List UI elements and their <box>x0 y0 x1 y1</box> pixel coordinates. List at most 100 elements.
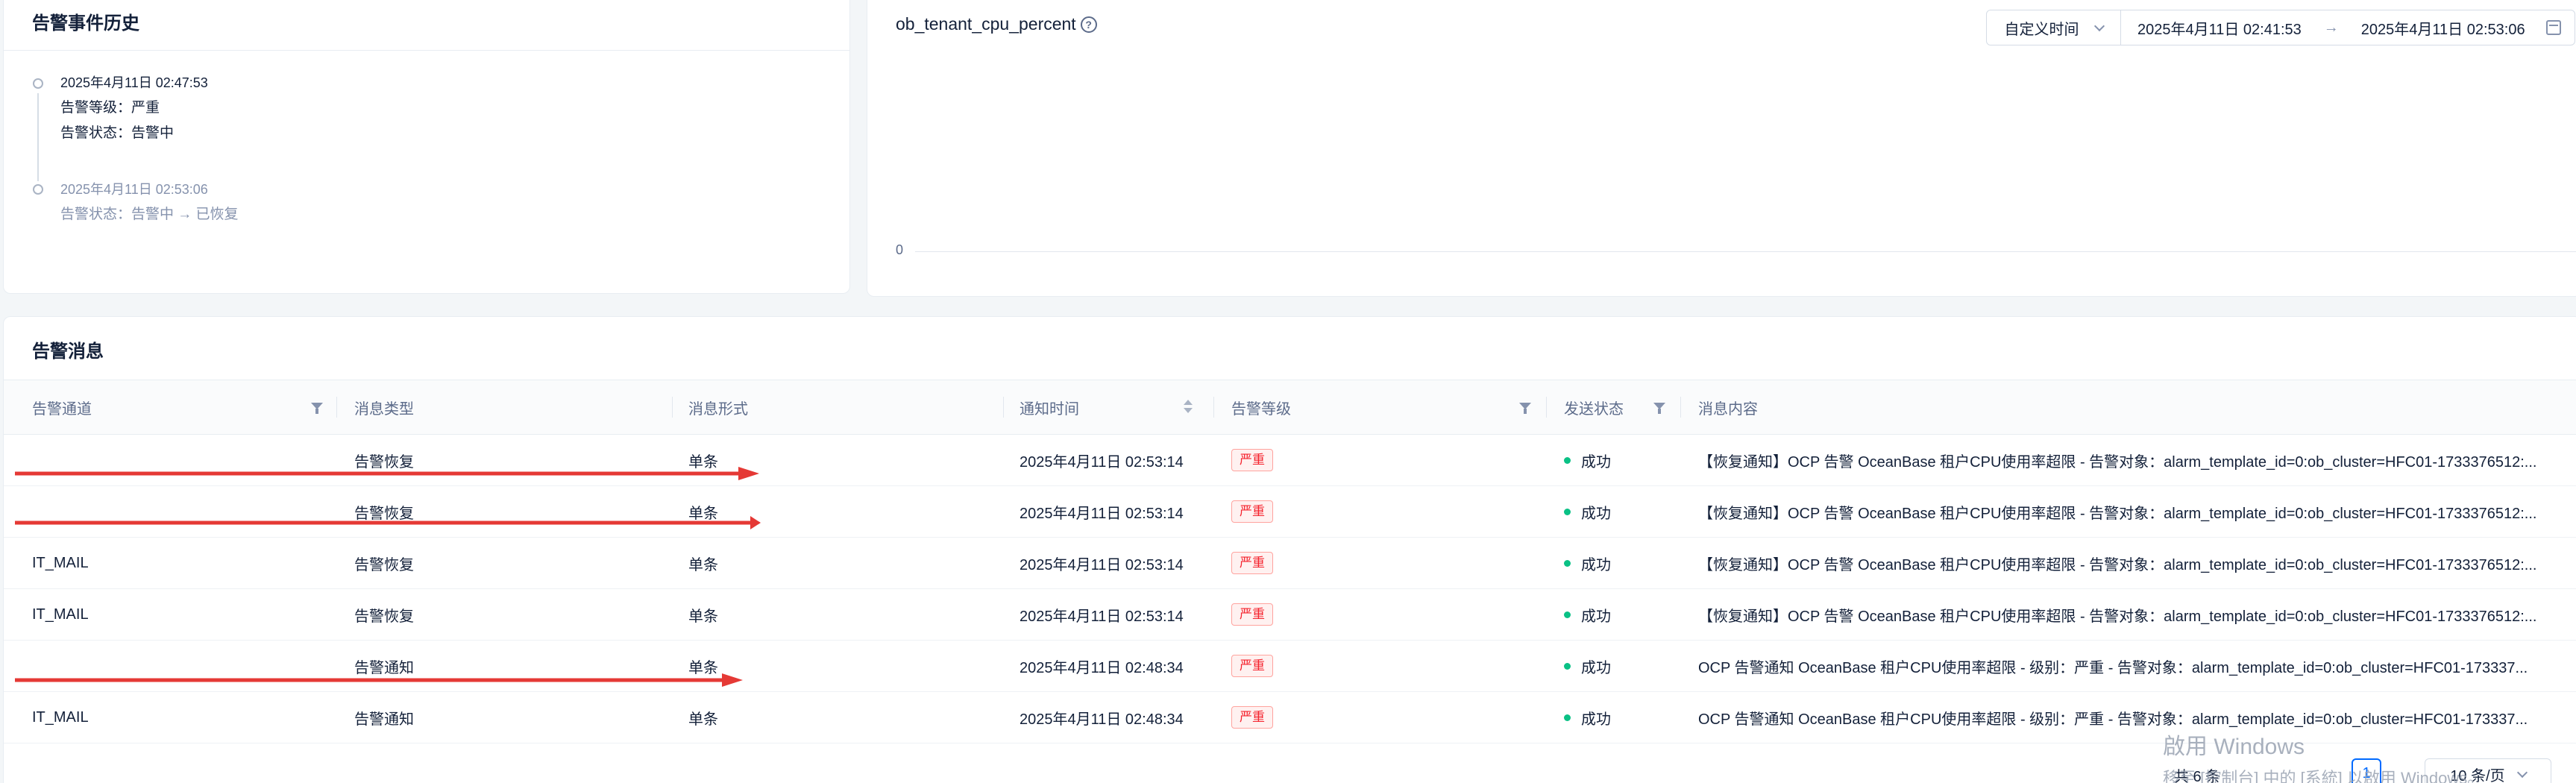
table-row[interactable]: IT_MAIL 告警恢复 单条 2025年4月11日 02:53:14 严重 成功 【恢复通… <box>4 538 2576 589</box>
cell-text: 2025年4月11日 02:53:14 <box>1020 505 1184 522</box>
cell-content: OCP 告警通知 OceanBase 租户CPU使用率超限 - 级别：严重 - … <box>1698 641 2541 691</box>
cell-status: 成功 <box>1564 589 1611 640</box>
cell-status: 成功 <box>1564 641 1611 691</box>
cell-text: 2025年4月11日 02:48:34 <box>1020 659 1184 676</box>
range-start-input[interactable]: 2025年4月11日 02:41:53 <box>2137 17 2302 39</box>
filter-icon[interactable] <box>311 403 323 414</box>
column-header-channel: 告警通道 <box>32 400 92 418</box>
table-row[interactable]: IT_MAIL 告警恢复 单条 2025年4月11日 02:53:14 严重 成功 【恢复通… <box>4 589 2576 641</box>
cell-text: 【恢复通知】OCP 告警 OceanBase 租户CPU使用率超限 - 告警对象… <box>1698 556 2537 573</box>
cell-status: 成功 <box>1564 538 1611 588</box>
cell-text: 告警恢复 <box>354 608 414 625</box>
column-separator <box>1213 397 1214 418</box>
cell-text: IT_MAIL <box>32 708 89 726</box>
chevron-down-icon <box>2093 20 2105 32</box>
column-separator <box>1546 397 1547 418</box>
timeline-dot <box>33 78 43 89</box>
status-dot-icon <box>1564 611 1571 618</box>
cell-text: 单条 <box>688 608 718 625</box>
timeline-connector <box>37 93 39 181</box>
timeline-event-line: 告警等级：严重 <box>60 100 160 116</box>
cell-channel: IT_MAIL <box>32 538 89 588</box>
column-header-type: 消息类型 <box>354 400 414 418</box>
range-mode-select[interactable]: 自定义时间 <box>1987 10 2121 45</box>
timeline-dot <box>33 184 43 195</box>
cell-text: 2025年4月11日 02:53:14 <box>1020 608 1184 625</box>
column-header-content: 消息内容 <box>1698 400 1758 418</box>
sort-icon[interactable] <box>1184 398 1193 416</box>
arrow-right-icon: → <box>2323 19 2339 36</box>
cell-status: 成功 <box>1564 692 1611 743</box>
cell-channel: IT_MAIL <box>32 692 89 743</box>
cell-level: 严重 <box>1231 538 1273 588</box>
status-dot-icon <box>1564 662 1571 670</box>
range-mode-label: 自定义时间 <box>2004 21 2079 38</box>
status-dot-icon <box>1564 714 1571 721</box>
cell-text: 成功 <box>1581 659 1611 676</box>
cell-content: 【恢复通知】OCP 告警 OceanBase 租户CPU使用率超限 - 告警对象… <box>1698 486 2541 537</box>
cell-level: 严重 <box>1231 589 1273 640</box>
cell-text: 告警通知 <box>354 711 414 728</box>
cell-time: 2025年4月11日 02:48:34 <box>1020 641 1184 691</box>
cell-text: 2025年4月11日 02:48:34 <box>1020 711 1184 728</box>
divider <box>4 50 849 51</box>
cell-text: 成功 <box>1581 453 1611 471</box>
question-circle-icon[interactable]: ? <box>1080 16 1097 33</box>
filter-icon[interactable] <box>1653 403 1665 414</box>
cell-text: 2025年4月11日 02:53:14 <box>1020 556 1184 573</box>
alarm-history-title: 告警事件历史 <box>32 13 139 34</box>
timeline-event-time: 2025年4月11日 02:53:06 <box>60 182 208 197</box>
level-badge: 严重 <box>1231 500 1273 523</box>
cell-text: 成功 <box>1581 608 1611 625</box>
level-badge: 严重 <box>1231 552 1273 574</box>
annotation-arrow <box>15 516 761 529</box>
cell-form: 单条 <box>688 538 718 588</box>
filter-icon[interactable] <box>1519 403 1531 414</box>
cell-time: 2025年4月11日 02:53:14 <box>1020 538 1184 588</box>
cell-status: 成功 <box>1564 486 1611 537</box>
cell-level: 严重 <box>1231 486 1273 537</box>
cell-text: 成功 <box>1581 556 1611 573</box>
status-dot-icon <box>1564 456 1571 464</box>
status-dot-icon <box>1564 508 1571 515</box>
windows-activation-watermark: 啟用 Windows 移至 [控制台] 中的 [系統] 以啟用 Windows。 <box>2163 728 2484 783</box>
cell-text: 【恢复通知】OCP 告警 OceanBase 租户CPU使用率超限 - 告警对象… <box>1698 608 2537 625</box>
cell-content: 【恢复通知】OCP 告警 OceanBase 租户CPU使用率超限 - 告警对象… <box>1698 435 2541 485</box>
cell-time: 2025年4月11日 02:53:14 <box>1020 486 1184 537</box>
range-end-input[interactable]: 2025年4月11日 02:53:06 <box>2361 17 2525 39</box>
cell-text: 告警恢复 <box>354 556 414 573</box>
table-header: 告警通道 消息类型 消息形式 通知时间 告警等级 发送状态 消息内容 <box>4 380 2576 435</box>
cell-type: 告警恢复 <box>354 538 414 588</box>
alarm-history-card: 告警事件历史 2025年4月11日 02:47:53 告警等级：严重 告警状态：… <box>3 0 850 294</box>
cell-time: 2025年4月11日 02:53:14 <box>1020 589 1184 640</box>
cell-time: 2025年4月11日 02:53:14 <box>1020 435 1184 485</box>
timeline-event-line: 告警状态：告警中 → 已恢复 <box>60 207 239 222</box>
level-badge: 严重 <box>1231 603 1273 626</box>
cell-text: IT_MAIL <box>32 554 89 571</box>
column-header-level: 告警等级 <box>1231 400 1291 418</box>
cell-level: 严重 <box>1231 435 1273 485</box>
alarm-messages-card: 告警消息 告警通道 消息类型 消息形式 通知时间 告警等级 发送状态 消息内容 … <box>3 316 2576 783</box>
cell-text: OCP 告警通知 OceanBase 租户CPU使用率超限 - 级别：严重 - … <box>1698 711 2528 728</box>
level-badge: 严重 <box>1231 655 1273 677</box>
column-separator <box>336 397 337 418</box>
timeline-event-line: 告警状态：告警中 <box>60 125 175 141</box>
cell-form: 单条 <box>688 589 718 640</box>
time-range-picker[interactable]: 自定义时间 2025年4月11日 02:41:53 → 2025年4月11日 0… <box>1986 10 2575 45</box>
cell-text: 单条 <box>688 711 718 728</box>
cell-text: IT_MAIL <box>32 606 89 623</box>
cell-text: 成功 <box>1581 711 1611 728</box>
column-separator <box>1003 397 1004 418</box>
cell-type: 告警通知 <box>354 692 414 743</box>
cell-channel: IT_MAIL <box>32 589 89 640</box>
cell-text: 2025年4月11日 02:53:14 <box>1020 453 1184 471</box>
column-header-time[interactable]: 通知时间 <box>1020 380 1079 434</box>
cell-text: 【恢复通知】OCP 告警 OceanBase 租户CPU使用率超限 - 告警对象… <box>1698 505 2537 522</box>
level-badge: 严重 <box>1231 449 1273 471</box>
metric-title: ob_tenant_cpu_percent ? <box>896 14 1097 34</box>
cell-level: 严重 <box>1231 692 1273 743</box>
column-header-form: 消息形式 <box>688 400 748 418</box>
annotation-arrow <box>15 673 743 687</box>
cell-level: 严重 <box>1231 641 1273 691</box>
cell-status: 成功 <box>1564 435 1611 485</box>
